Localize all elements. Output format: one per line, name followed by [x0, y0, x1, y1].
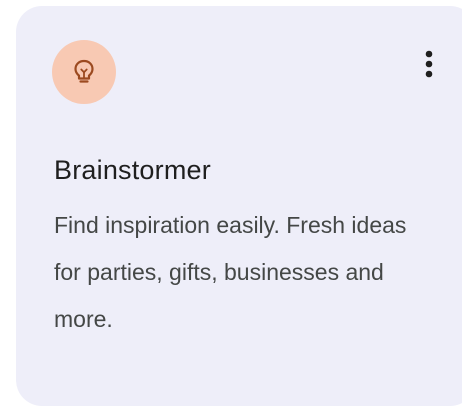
gem-card-brainstormer[interactable]: Brainstormer Find inspiration easily. Fr… — [16, 6, 462, 406]
lightbulb-icon-badge — [52, 40, 116, 104]
lightbulb-icon — [74, 59, 94, 83]
card-description: Find inspiration easily. Fresh ideas for… — [54, 212, 407, 332]
card-title: Brainstormer — [54, 155, 211, 185]
more-options-button[interactable] — [412, 42, 446, 86]
more-vert-icon — [425, 50, 433, 78]
